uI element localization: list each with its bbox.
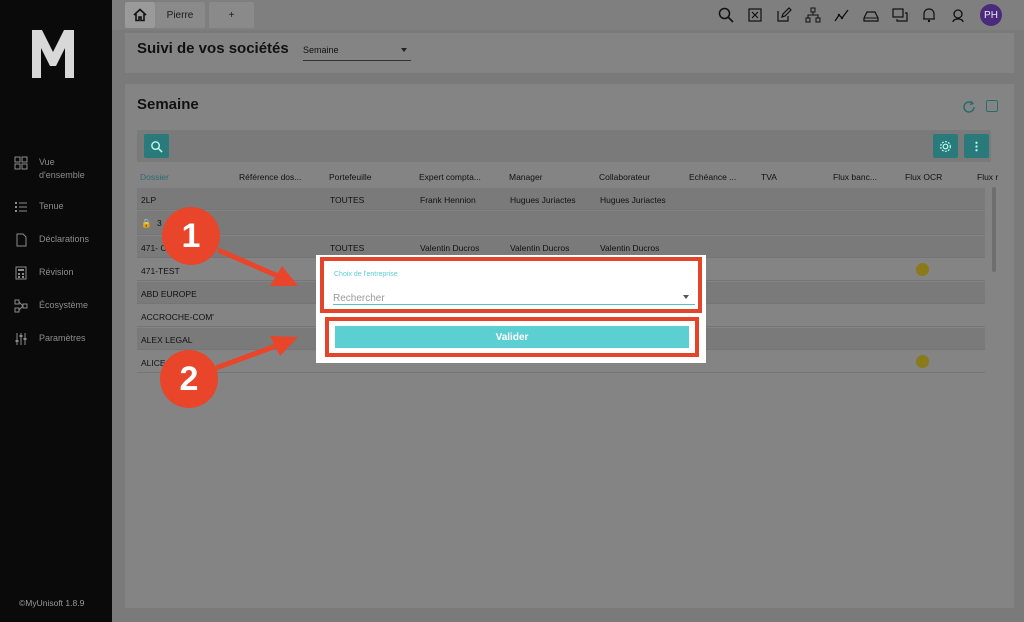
support-icon[interactable]: [950, 7, 966, 23]
status-badge: [916, 355, 929, 368]
sidebar-item-ecosysteme[interactable]: Écosystème: [14, 299, 88, 313]
sidebar-item-tenue[interactable]: Tenue: [14, 200, 64, 214]
table-toolbar: [137, 130, 991, 162]
top-toolbar: PH: [705, 4, 1002, 26]
company-choice-dialog: Choix de l'entreprise Rechercher Valider: [316, 255, 706, 363]
avatar[interactable]: PH: [980, 4, 1002, 26]
company-field-label: Choix de l'entreprise: [334, 271, 398, 278]
info-icon[interactable]: [986, 100, 998, 112]
sidebar-item-parametres[interactable]: Paramètres: [14, 332, 86, 346]
company-search-select[interactable]: Rechercher: [333, 287, 695, 305]
column-reference[interactable]: Référence dos...: [239, 172, 301, 182]
more-vertical-icon: [975, 141, 978, 151]
cell-dossier: 2LP: [141, 195, 157, 205]
column-flux-r[interactable]: Flux r: [977, 172, 998, 182]
column-collaborateur[interactable]: Collaborateur: [599, 172, 650, 182]
column-flux-bancaire[interactable]: Flux banc...: [833, 172, 877, 182]
table-settings-button[interactable]: [933, 134, 958, 158]
cell-manager: Valentin Ducros: [510, 243, 570, 253]
top-bar: Pierre + PH: [112, 0, 1024, 30]
tab-pierre[interactable]: Pierre: [155, 2, 205, 28]
period-select[interactable]: Semaine: [303, 41, 411, 61]
sidebar-item-label: Révision: [39, 267, 74, 277]
period-select-value: Semaine: [303, 45, 339, 55]
cell-expert: Frank Hennion: [420, 195, 476, 205]
table-row[interactable]: 🔒 3: [137, 211, 985, 235]
list-icon: [14, 200, 28, 214]
company-field-highlight: Choix de l'entreprise Rechercher: [320, 257, 702, 313]
myunisoft-logo[interactable]: [30, 26, 76, 80]
chevron-down-icon: [401, 48, 407, 52]
status-badge: [916, 263, 929, 276]
add-tab-button[interactable]: +: [209, 2, 254, 28]
sliders-icon: [14, 332, 28, 346]
column-echeance[interactable]: Echéance ...: [689, 172, 736, 182]
home-icon: [133, 8, 147, 22]
sidebar-item-label: Vue d'ensemble: [39, 157, 85, 180]
section-title: Semaine: [137, 96, 199, 113]
network-icon: [14, 299, 28, 313]
valider-button[interactable]: Valider: [335, 326, 689, 348]
org-chart-icon[interactable]: [805, 7, 821, 23]
tray-icon[interactable]: [863, 7, 879, 23]
table-scrollbar[interactable]: [992, 187, 996, 272]
more-options-button[interactable]: [964, 134, 989, 158]
page-title: Suivi de vos sociétés: [137, 40, 289, 57]
step-1-marker: 1: [162, 207, 220, 265]
gear-icon: [940, 140, 951, 152]
search-icon: [151, 140, 163, 153]
cell-dossier: 471-TEST: [141, 266, 180, 276]
cell-portefeuille: TOUTES: [330, 243, 365, 253]
table-row[interactable]: 2LP TOUTES Frank Hennion Hugues Juriacte…: [137, 188, 985, 210]
cell-collaborateur: Hugues Juriactes: [600, 195, 666, 205]
cell-dossier: ACCROCHE-COM': [141, 312, 214, 322]
page-header: Suivi de vos sociétés Semaine: [125, 33, 1014, 73]
search-icon[interactable]: [718, 7, 734, 23]
table-header: Dossier Référence dos... Portefeuille Ex…: [137, 168, 998, 184]
sidebar-item-overview[interactable]: Vue d'ensemble: [14, 156, 85, 182]
cell-collaborateur: Valentin Ducros: [600, 243, 660, 253]
sidebar-item-label: Écosystème: [39, 300, 89, 310]
sidebar-item-label: Déclarations: [39, 234, 90, 244]
lock-icon: 🔒: [141, 218, 152, 228]
tab-home[interactable]: [125, 2, 155, 28]
cell-dossier: ALEX LEGAL: [141, 335, 193, 345]
cell-expert: Valentin Ducros: [420, 243, 480, 253]
column-tva[interactable]: TVA: [761, 172, 777, 182]
column-dossier[interactable]: Dossier: [140, 172, 169, 182]
dashboard-icon: [14, 156, 28, 170]
chevron-down-icon: [683, 295, 689, 299]
column-flux-ocr[interactable]: Flux OCR: [905, 172, 942, 182]
sidebar-item-label: Paramètres: [39, 333, 86, 343]
excel-icon[interactable]: [747, 7, 763, 23]
calculator-icon: [14, 266, 28, 280]
version-footer: ©MyUnisoft 1.8.9: [19, 598, 85, 608]
cell-dossier: 3: [157, 218, 162, 228]
refresh-icon[interactable]: [962, 100, 976, 114]
column-expert[interactable]: Expert compta...: [419, 172, 481, 182]
document-icon: [14, 233, 28, 247]
bell-icon[interactable]: [921, 7, 937, 23]
step-2-marker: 2: [160, 350, 218, 408]
table-search-button[interactable]: [144, 134, 169, 158]
sidebar-item-declarations[interactable]: Déclarations: [14, 233, 89, 247]
sidebar: Vue d'ensemble Tenue Déclarations Révisi…: [0, 0, 112, 622]
cell-manager: Hugues Juriactes: [510, 195, 576, 205]
cell-portefeuille: TOUTES: [330, 195, 365, 205]
cell-dossier: ABD EUROPE: [141, 289, 197, 299]
sidebar-item-revision[interactable]: Révision: [14, 266, 74, 280]
submit-highlight: Valider: [325, 317, 699, 357]
chart-icon[interactable]: [834, 7, 850, 23]
column-manager[interactable]: Manager: [509, 172, 543, 182]
chat-icon[interactable]: [892, 7, 908, 23]
sidebar-item-label: Tenue: [39, 201, 64, 211]
column-portefeuille[interactable]: Portefeuille: [329, 172, 372, 182]
edit-icon[interactable]: [776, 7, 792, 23]
company-search-placeholder: Rechercher: [333, 293, 385, 304]
